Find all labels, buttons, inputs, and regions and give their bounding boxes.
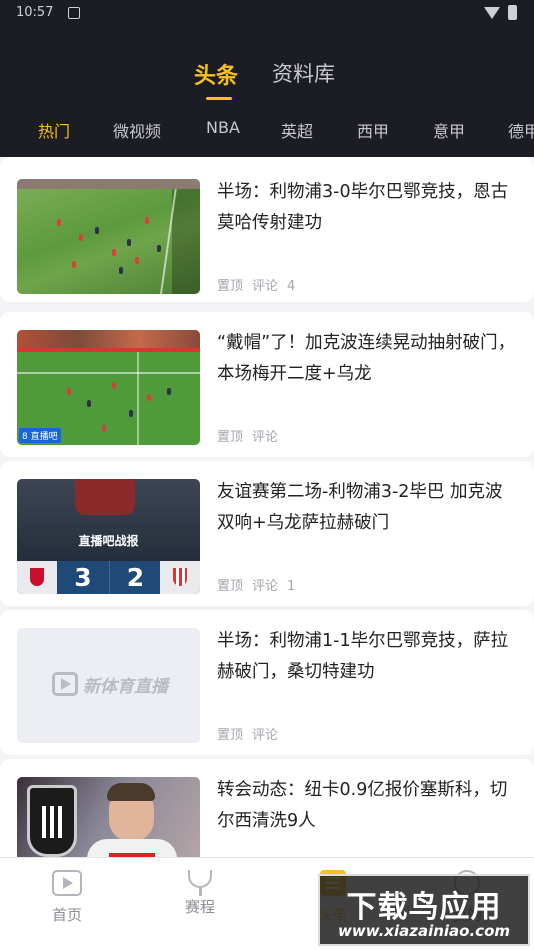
broadcaster-logo: 8 直播吧 <box>19 428 61 443</box>
category-hot[interactable]: 热门 <box>38 118 70 142</box>
article-meta: 置顶 评论 <box>217 426 287 445</box>
status-bar: 10:57 <box>0 0 534 28</box>
placeholder-brand: 新体育直播 <box>83 677 168 697</box>
liverpool-crest-icon <box>17 561 57 594</box>
tab-headlines[interactable]: 头条 <box>194 58 238 90</box>
article-meta: 置顶 评论 1 <box>217 575 304 594</box>
comment-count: 1 <box>287 579 296 594</box>
category-microvideo[interactable]: 微视频 <box>113 118 161 142</box>
nav-label: 首页 <box>51 906 82 924</box>
article-meta: 置顶 评论 4 <box>217 275 304 294</box>
trophy-icon <box>188 870 212 896</box>
article-title[interactable]: 半场：利物浦1-1毕尔巴鄂竞技，萨拉赫破门，桑切特建功 <box>217 626 517 688</box>
category-bar: 热门 微视频 NBA 英超 西甲 意甲 德甲 <box>0 118 534 144</box>
article-card[interactable]: 转会动态：纽卡0.9亿报价塞斯科，切尔西清洗9人 <box>0 759 534 857</box>
watermark-title: 下载鸟应用 <box>346 890 502 925</box>
comment-label: 评论 <box>252 728 279 743</box>
article-title[interactable]: “戴帽”了！加克波连续晃动抽射破门，本场梅开二度+乌龙 <box>217 328 517 390</box>
pin-label: 置顶 <box>217 579 244 594</box>
comment-count: 4 <box>287 279 296 294</box>
nav-schedule[interactable]: 赛程 <box>155 870 245 917</box>
comment-label: 评论 <box>252 279 279 294</box>
article-card[interactable]: 8 直播吧 “戴帽”了！加克波连续晃动抽射破门，本场梅开二度+乌龙 置顶 评论 <box>0 312 534 457</box>
article-title[interactable]: 转会动态：纽卡0.9亿报价塞斯科，切尔西清洗9人 <box>217 775 517 837</box>
notification-icon <box>68 7 80 19</box>
away-score: 2 <box>109 561 161 594</box>
play-icon <box>52 870 82 896</box>
bilbao-crest-icon <box>160 561 200 594</box>
comment-label: 评论 <box>252 579 279 594</box>
active-tab-indicator <box>206 97 232 100</box>
article-meta: 置顶 评论 <box>217 724 287 743</box>
newcastle-crest-icon <box>27 785 77 857</box>
pin-label: 置顶 <box>217 430 244 445</box>
status-time: 10:57 <box>16 5 54 20</box>
category-la-liga[interactable]: 西甲 <box>357 118 389 142</box>
category-bundesliga[interactable]: 德甲 <box>508 118 534 142</box>
article-card[interactable]: 直播吧战报 3 2 友谊赛第二场-利物浦3-2毕巴 加克波双响+乌龙萨拉赫破门 … <box>0 461 534 606</box>
news-feed[interactable]: 半场：利物浦3-0毕尔巴鄂竞技，恩古莫哈传射建功 置顶 评论 4 8 直播吧 “… <box>0 157 534 857</box>
article-card[interactable]: 半场：利物浦3-0毕尔巴鄂竞技，恩古莫哈传射建功 置顶 评论 4 <box>0 157 534 302</box>
article-title[interactable]: 友谊赛第二场-利物浦3-2毕巴 加克波双响+乌龙萨拉赫破门 <box>217 477 517 539</box>
article-card[interactable]: 新体育直播 半场：利物浦1-1毕尔巴鄂竞技，萨拉赫破门，桑切特建功 置顶 评论 <box>0 610 534 755</box>
article-title[interactable]: 半场：利物浦3-0毕尔巴鄂竞技，恩古莫哈传射建功 <box>217 177 517 239</box>
nav-label: 赛程 <box>184 898 215 916</box>
category-nba[interactable]: NBA <box>206 118 240 137</box>
top-header: 10:57 头条 资料库 热门 微视频 NBA 英超 西甲 意甲 德甲 <box>0 0 534 157</box>
watermark-url: www.xiazainiao.com <box>337 922 511 940</box>
score-caption: 直播吧战报 <box>78 534 139 548</box>
watermark-overlay: 下载鸟应用 www.xiazainiao.com <box>318 874 530 946</box>
wifi-icon <box>484 7 500 19</box>
article-thumbnail: 8 直播吧 <box>17 330 200 445</box>
tab-database[interactable]: 资料库 <box>272 58 335 88</box>
score-box: 3 2 <box>57 561 161 594</box>
article-thumbnail <box>17 179 200 294</box>
pin-label: 置顶 <box>217 728 244 743</box>
article-thumbnail: 直播吧战报 3 2 <box>17 479 200 594</box>
nav-home[interactable]: 首页 <box>22 870 112 925</box>
play-logo-icon <box>52 672 78 696</box>
article-thumbnail: 新体育直播 <box>17 628 200 743</box>
category-premier-league[interactable]: 英超 <box>281 118 313 142</box>
home-score: 3 <box>74 563 92 592</box>
main-tabs: 头条 资料库 <box>0 58 534 102</box>
battery-icon <box>508 5 517 20</box>
comment-label: 评论 <box>252 430 279 445</box>
article-thumbnail <box>17 777 200 857</box>
pin-label: 置顶 <box>217 279 244 294</box>
app-root: 10:57 头条 资料库 热门 微视频 NBA 英超 西甲 意甲 德甲 半场：利… <box>0 0 534 950</box>
category-serie-a[interactable]: 意甲 <box>433 118 465 142</box>
